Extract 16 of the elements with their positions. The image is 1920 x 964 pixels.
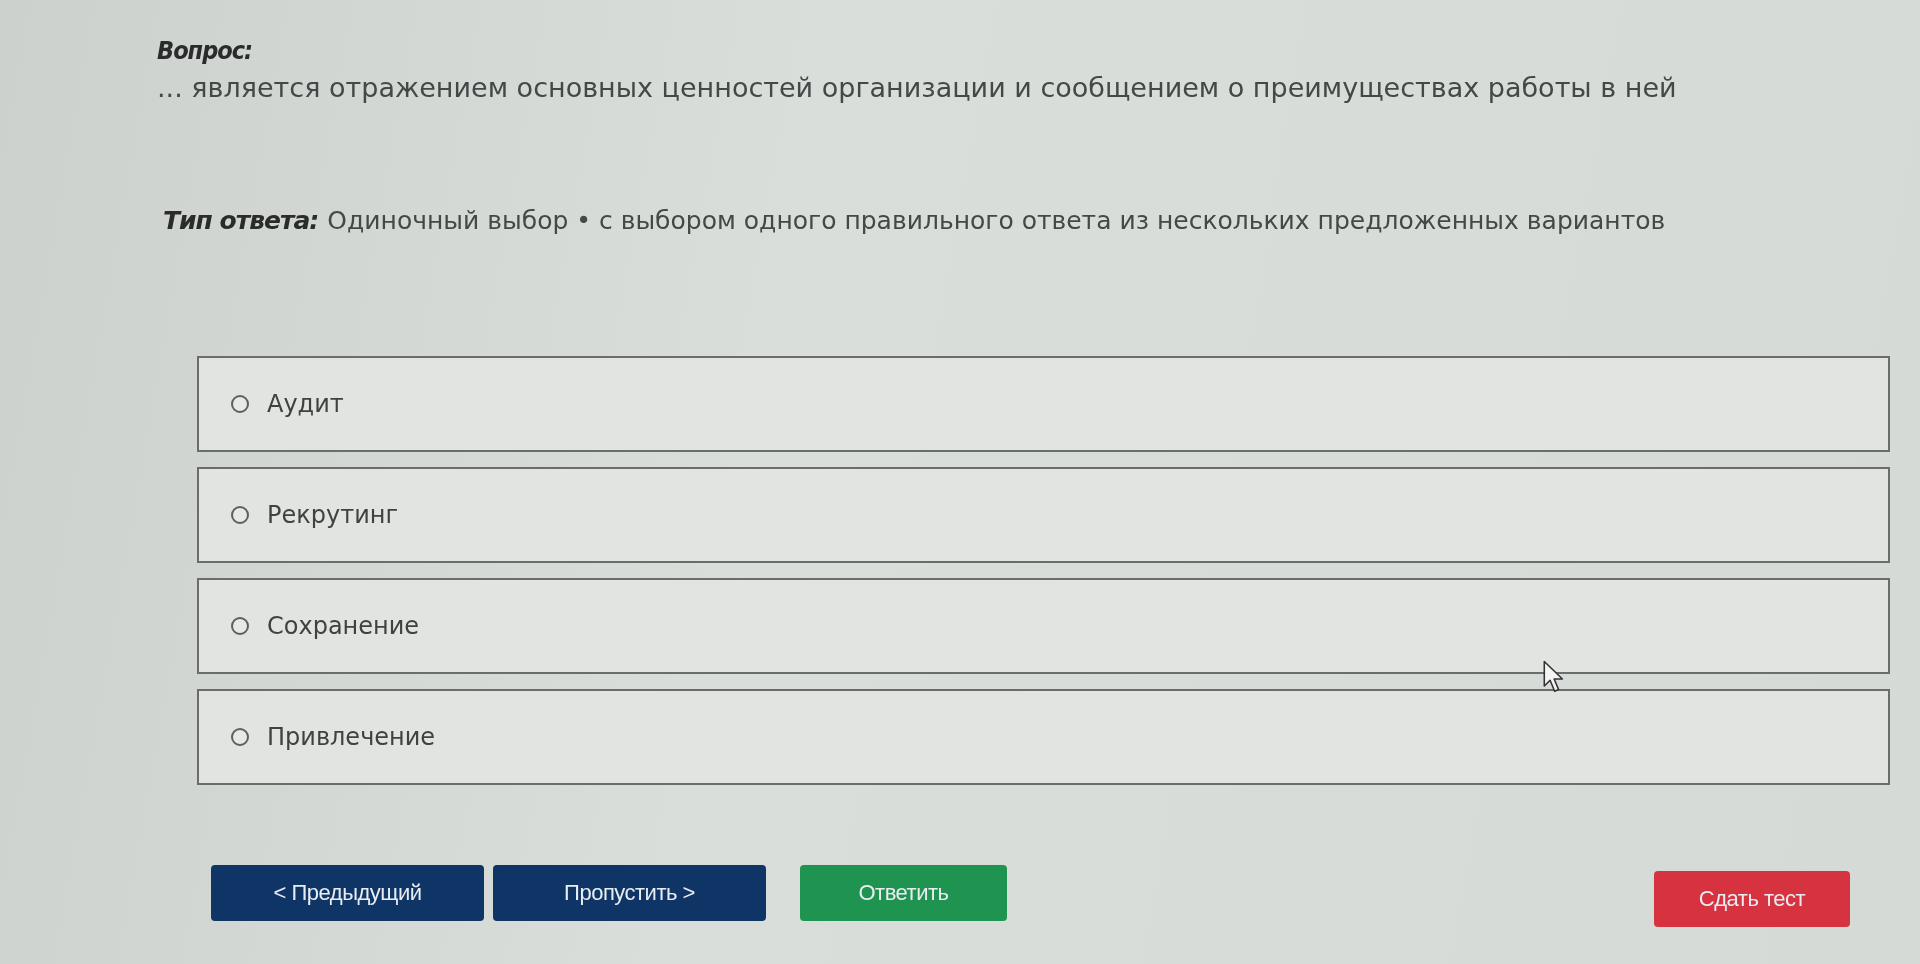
answer-type-label: Тип ответа: [163,205,319,237]
answer-option[interactable]: Сохранение [197,578,1890,674]
answer-option[interactable]: Рекрутинг [197,467,1890,563]
question-text: ... является отражением основных ценностей организации и сообщением о преимуществах работы в ней [157,71,1678,105]
finish-test-button[interactable]: Сдать тест [1654,871,1850,927]
nav-button[interactable]: < Предыдущий [211,865,484,921]
question-label: Вопрос: [157,36,253,66]
radio-button[interactable] [231,506,249,524]
answer-option[interactable]: Аудит [197,356,1890,452]
radio-button[interactable] [231,728,249,746]
radio-button[interactable] [231,617,249,635]
radio-button[interactable] [231,395,249,413]
nav-button[interactable]: Пропустить > [493,865,766,921]
cursor-icon [1543,660,1565,694]
answer-type-value: Одиночный выбор • с выбором одного правильного ответа из нескольких предложенных вариантов [327,205,1666,237]
answer-option[interactable]: Привлечение [197,689,1890,785]
